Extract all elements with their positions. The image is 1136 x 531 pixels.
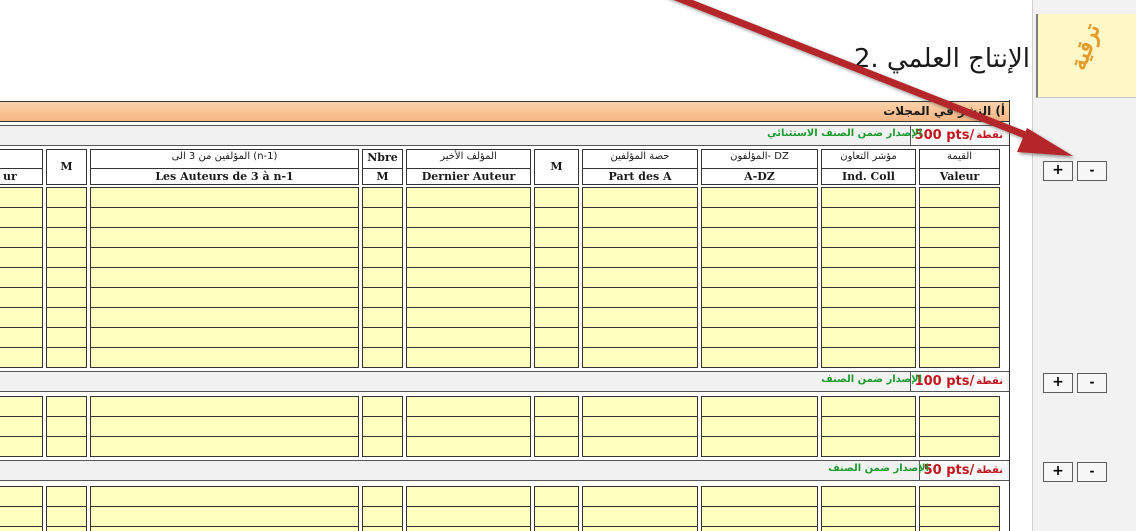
arrow-shape — [673, 0, 1073, 156]
annotation-arrow — [673, 0, 1073, 156]
